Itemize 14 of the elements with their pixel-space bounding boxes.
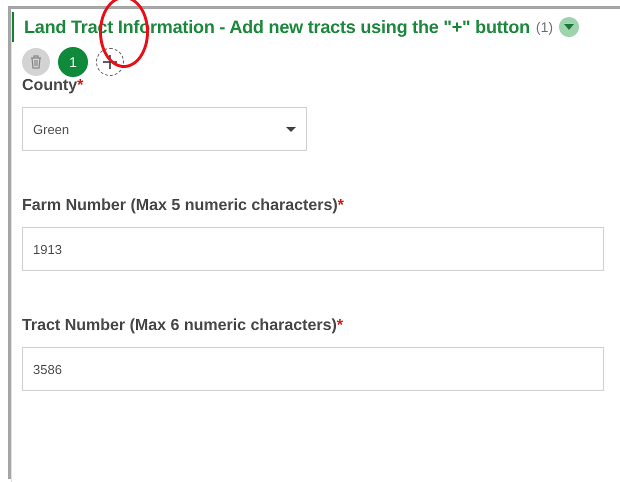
tract-count: (1)	[536, 19, 554, 35]
caret-icon	[564, 24, 574, 30]
input-field[interactable]: 3586	[22, 347, 604, 391]
field-label: County*	[22, 77, 84, 95]
input-field[interactable]: 1913	[22, 227, 604, 271]
county-dropdown[interactable]: Green	[22, 107, 307, 151]
field-label: Tract Number (Max 6 numeric characters)*	[22, 317, 344, 335]
trash-icon	[30, 55, 42, 69]
page-button[interactable]: 1	[58, 47, 88, 77]
caret-icon	[286, 126, 296, 132]
field-label: Farm Number (Max 5 numeric characters)*	[22, 197, 345, 215]
plus-icon	[103, 55, 117, 69]
delete-button[interactable]	[22, 48, 50, 76]
collapse-button[interactable]	[559, 17, 580, 37]
